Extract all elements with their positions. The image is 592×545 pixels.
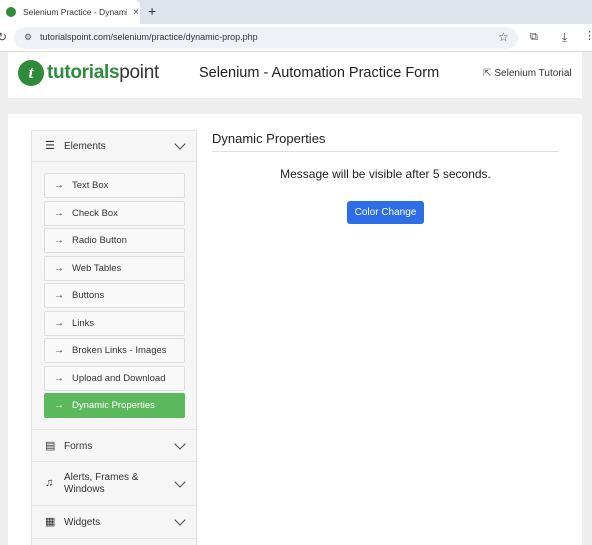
sidebar-item-text-box[interactable]: → Text Box	[44, 173, 185, 198]
logo-mark-icon: t	[18, 60, 44, 86]
hamburger-icon: ☰	[45, 140, 55, 152]
new-tab-button[interactable]: +	[148, 3, 156, 19]
tab-title: Selenium Practice - Dynamic	[23, 7, 127, 17]
sidebar-item-check-box[interactable]: → Check Box	[44, 201, 185, 226]
color-change-button[interactable]: Color Change	[347, 201, 424, 224]
arrow-right-icon: →	[54, 180, 64, 191]
favicon-icon	[6, 7, 16, 17]
address-bar[interactable]: ⚙ tutorialspoint.com/selenium/practice/d…	[14, 27, 518, 49]
divider	[212, 151, 559, 152]
sidebar-item-web-tables[interactable]: → Web Tables	[44, 256, 185, 281]
reload-icon[interactable]: ↻	[0, 30, 7, 44]
arrow-right-icon: →	[54, 345, 64, 356]
arrow-right-icon: →	[54, 318, 64, 329]
browser-tab-bar: Selenium Practice - Dynamic × +	[0, 0, 592, 24]
bell-icon: ♫	[45, 477, 54, 489]
main-card: ☰ Elements → Text Box → Check Box → Radio B…	[8, 114, 582, 545]
form-icon: ▤	[45, 440, 56, 452]
tutorialspoint-logo[interactable]: t tutorialspoint	[18, 60, 159, 86]
site-info-icon[interactable]: ⚙	[24, 32, 32, 43]
delayed-message: Message will be visible after 5 seconds.	[280, 167, 491, 181]
logo-text: tutorialspoint	[47, 62, 159, 83]
chevron-down-icon	[174, 138, 186, 150]
sidebar-item-dynamic-properties[interactable]: → Dynamic Properties	[44, 393, 185, 418]
widgets-icon: ▦	[45, 516, 56, 528]
sidebar: ☰ Elements → Text Box → Check Box → Radio B…	[31, 130, 197, 545]
arrow-right-icon: →	[54, 373, 64, 384]
sidebar-item-links[interactable]: → Links	[44, 311, 185, 336]
accordion-alerts-frames-windows[interactable]: ♫ Alerts, Frames & Windows	[32, 462, 196, 506]
accordion-label: Elements	[64, 141, 106, 152]
section-heading: Dynamic Properties	[212, 131, 326, 146]
browser-menu-icon[interactable]: ⋮	[584, 29, 592, 42]
sidebar-item-radio-button[interactable]: → Radio Button	[44, 228, 185, 253]
page-title: Selenium - Automation Practice Form	[199, 65, 440, 81]
tab-close-icon[interactable]: ×	[133, 7, 139, 18]
url-text[interactable]: tutorialspoint.com/selenium/practice/dyn…	[40, 32, 258, 42]
download-icon[interactable]: ⤓	[562, 30, 567, 45]
address-bar-row: ↻ ⚙ tutorialspoint.com/selenium/practice…	[0, 24, 592, 52]
chevron-down-icon	[174, 476, 186, 488]
accordion-forms[interactable]: ▤ Forms	[32, 429, 196, 462]
chevron-down-icon	[174, 514, 186, 526]
sidebar-item-upload-download[interactable]: → Upload and Download	[44, 366, 185, 391]
site-header: t tutorialspoint Selenium - Automation P…	[8, 52, 582, 98]
selenium-tutorial-link[interactable]: ⇱ Selenium Tutorial	[483, 68, 572, 79]
extensions-icon[interactable]: ⧉	[530, 31, 538, 44]
sidebar-item-broken-links[interactable]: → Broken Links - Images	[44, 338, 185, 363]
accordion-elements[interactable]: ☰ Elements	[32, 131, 196, 162]
external-link-icon: ⇱	[483, 68, 492, 79]
arrow-right-icon: →	[54, 263, 64, 274]
arrow-right-icon: →	[54, 400, 64, 411]
chevron-down-icon	[174, 438, 186, 450]
sidebar-item-buttons[interactable]: → Buttons	[44, 283, 185, 308]
arrow-right-icon: →	[54, 235, 64, 246]
arrow-right-icon: →	[54, 290, 64, 301]
arrow-right-icon: →	[54, 208, 64, 219]
browser-tab[interactable]: Selenium Practice - Dynamic ×	[0, 0, 140, 24]
accordion-widgets[interactable]: ▦ Widgets	[32, 506, 196, 539]
bookmark-star-icon[interactable]: ☆	[498, 30, 509, 44]
